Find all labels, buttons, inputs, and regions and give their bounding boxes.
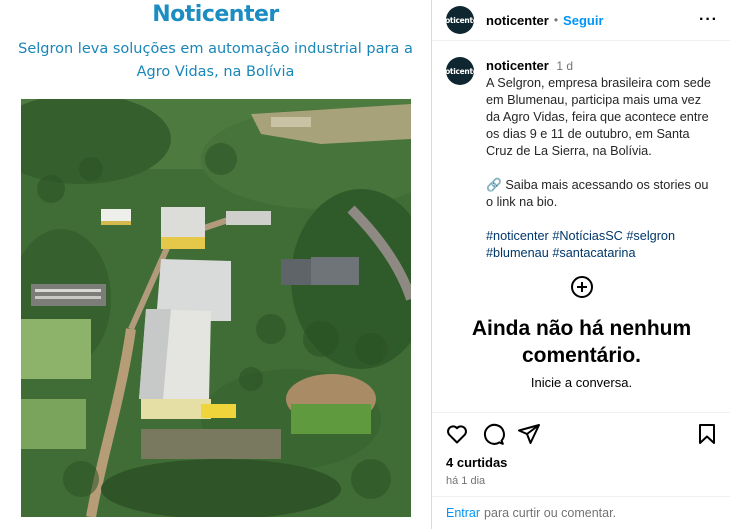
bookmark-icon[interactable] — [695, 422, 719, 446]
post-header: Noticenter noticenter • Seguir ··· — [432, 0, 730, 41]
login-bar: Entrar para curtir ou comentar. — [432, 496, 730, 529]
hashtag-link[interactable]: #noticenter — [486, 229, 549, 243]
post-age[interactable]: há 1 dia — [432, 475, 730, 487]
add-comment-icon[interactable] — [570, 276, 593, 298]
hashtag-link[interactable]: #blumenau — [486, 246, 549, 260]
action-bar — [432, 413, 730, 455]
separator-dot: • — [553, 13, 559, 27]
aerial-photo — [21, 99, 411, 517]
hashtags: #noticenter #NotíciasSC #selgron #blumen… — [486, 228, 716, 262]
start-conversation-text: Inicie a conversa. — [530, 375, 633, 390]
hashtag-link[interactable]: #santacatarina — [552, 246, 635, 260]
likes-count[interactable]: 4 curtidas — [432, 455, 730, 470]
post-sidebar: Noticenter noticenter • Seguir ··· Notic… — [431, 0, 730, 529]
login-prompt: para curtir ou comentar. — [484, 506, 617, 520]
heart-icon[interactable] — [445, 422, 469, 446]
post-headline: Selgron leva soluções em automação indus… — [18, 41, 413, 80]
caption-text: A Selgron, empresa brasileira com sede e… — [486, 76, 711, 158]
post-image[interactable]: Noticenter Selgron leva soluções em auto… — [0, 0, 431, 529]
comment-icon[interactable] — [481, 422, 505, 446]
follow-button[interactable]: Seguir — [563, 13, 603, 28]
hashtag-link[interactable]: #NotíciasSC — [552, 229, 623, 243]
username-link[interactable]: noticenter — [486, 13, 549, 28]
caption-username[interactable]: noticenter — [486, 58, 549, 73]
caption-avatar[interactable]: Noticenter — [446, 57, 474, 85]
more-options-icon[interactable]: ··· — [699, 11, 718, 29]
caption: Noticenter noticenter 1 d A Selgron, emp… — [432, 41, 730, 262]
avatar[interactable]: Noticenter — [446, 6, 474, 34]
login-link[interactable]: Entrar — [446, 506, 480, 520]
hashtag-link[interactable]: #selgron — [626, 229, 675, 243]
noticenter-logo: Noticenter — [152, 2, 279, 27]
actions-section: 4 curtidas há 1 dia — [432, 412, 730, 487]
empty-comments-title: Ainda não há nenhum comentário. — [471, 317, 692, 367]
caption-link-line: 🔗 Saiba mais acessando os stories ou o l… — [486, 178, 709, 209]
share-icon[interactable] — [517, 422, 541, 446]
caption-time[interactable]: 1 d — [556, 59, 573, 73]
empty-comments: Ainda não há nenhum comentário. Inicie a… — [432, 276, 730, 390]
